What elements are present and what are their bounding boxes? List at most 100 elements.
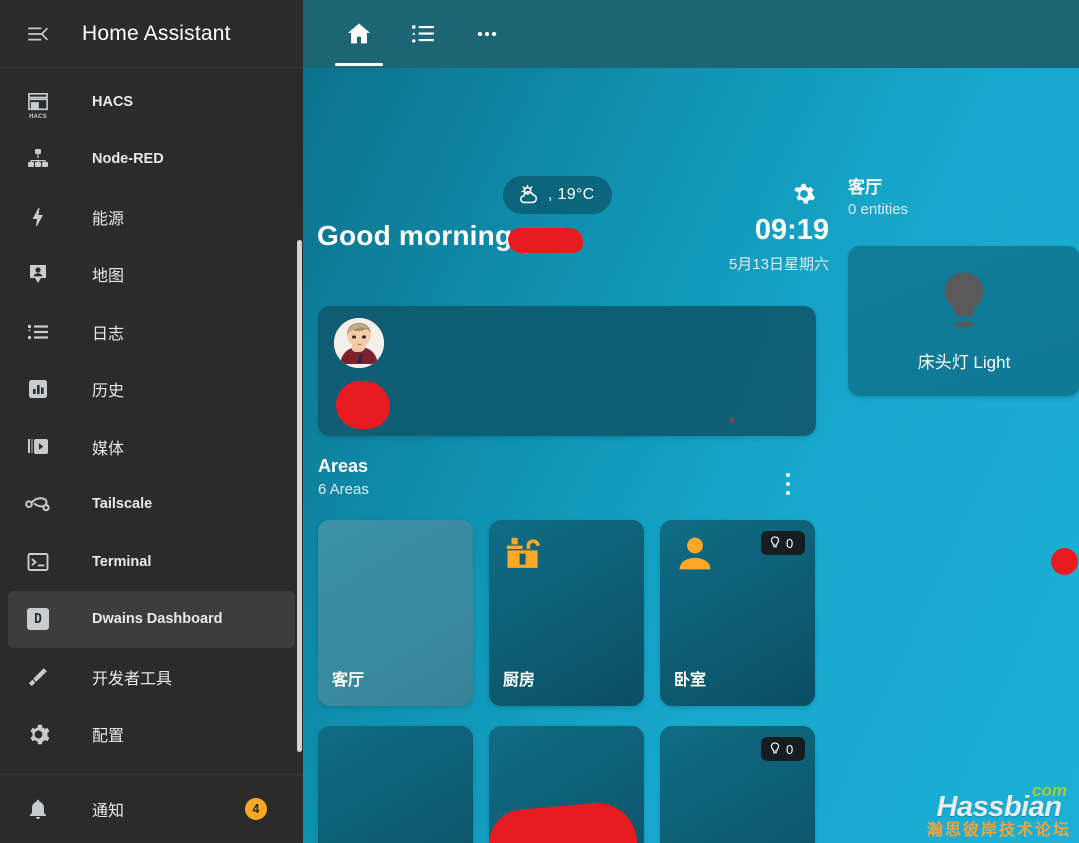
tailscale-icon	[22, 488, 54, 520]
clock-date: 5月13日星期六	[728, 256, 829, 273]
watermark-com: com	[1032, 781, 1067, 800]
area-card-tv-redacted[interactable]: 的电视	[489, 726, 644, 843]
sidebar-item-label: Tailscale	[92, 496, 153, 513]
watermark: com Hassbian 瀚思彼岸技术论坛	[927, 782, 1071, 839]
gear-icon[interactable]	[786, 176, 822, 212]
sidebar-item-configuration[interactable]: 配置	[8, 706, 295, 764]
clock-time: 09:19	[754, 214, 829, 246]
sidebar-item-tailscale[interactable]: Tailscale	[8, 476, 295, 534]
play-box-multiple-icon	[22, 431, 54, 463]
area-card-label: 客厅	[332, 672, 365, 689]
countertop-faucet-icon	[502, 532, 546, 581]
list-icon	[412, 25, 434, 43]
hammer-wrench-icon	[22, 661, 54, 693]
sidebar-menu: HACS HACS Node-RED 能源 地图 日志 历史 媒体 Tailsc…	[0, 68, 303, 763]
sidebar-scrollbar[interactable]	[297, 240, 302, 752]
watermark-main: Hassbian	[936, 791, 1062, 823]
home-icon	[347, 23, 371, 44]
greeting-text: Good morning	[317, 220, 513, 251]
tab-overflow-menu[interactable]	[455, 2, 519, 66]
areas-header: Areas 6 Areas	[318, 456, 816, 498]
sidebar-item-label: 媒体	[92, 440, 125, 458]
areas-title: Areas	[318, 456, 369, 476]
dashboard-content: , 19°C Good morning 09:19 5月13日星期六 客厅 0 …	[303, 68, 1079, 843]
tab-home[interactable]	[327, 2, 391, 66]
weather-temperature: , 19°C	[548, 186, 595, 203]
chart-box-icon	[22, 373, 54, 405]
right-panel-entity-count: 0 entities	[848, 201, 909, 218]
partly-cloudy-icon	[520, 184, 538, 204]
area-card-kitchen[interactable]: 厨房	[489, 520, 644, 706]
areas-count: 6 Areas	[318, 481, 369, 498]
sidebar-item-label: HACS	[92, 93, 134, 110]
clock: 09:19 5月13日星期六	[729, 216, 829, 274]
dwains-d-icon: D	[22, 603, 54, 635]
status-badge-lights: 0	[761, 737, 805, 761]
areas-grid: 客厅 厨房 0 卧室 0	[318, 520, 830, 843]
node-red-icon	[22, 143, 54, 175]
sidebar-header: Home Assistant	[0, 0, 303, 68]
watermark-cn: 瀚思彼岸技术论坛	[926, 822, 1071, 839]
area-card-label: 卧室	[674, 672, 707, 689]
sidebar-item-dwains-dashboard[interactable]: D Dwains Dashboard	[8, 590, 295, 648]
sidebar-item-developer-tools[interactable]: 开发者工具	[8, 648, 295, 706]
sidebar-item-notifications[interactable]: 通知 4	[8, 778, 295, 840]
area-card-toilet[interactable]: 厕所	[318, 726, 473, 843]
redaction-overlay-dot	[1051, 548, 1078, 575]
sidebar-item-media[interactable]: 媒体	[8, 418, 295, 476]
sidebar-item-label: Terminal	[92, 553, 152, 570]
sidebar: Home Assistant HACS HACS Node-RED 能源 地图 …	[0, 0, 303, 843]
sidebar-item-hacs[interactable]: HACS HACS	[8, 73, 295, 131]
status-badge-lights: 0	[761, 531, 805, 555]
area-card-bedroom[interactable]: 0 卧室	[660, 520, 815, 706]
lightbulb-outline-icon	[770, 536, 780, 548]
sidebar-item-label: 通知	[92, 803, 125, 820]
lightbulb-icon	[944, 272, 984, 327]
redaction-overlay-tiny-dot	[730, 418, 734, 422]
sidebar-item-label: Node-RED	[92, 151, 164, 168]
console-icon	[22, 546, 54, 578]
avatar	[334, 318, 384, 368]
hamburger-collapse-icon[interactable]	[14, 10, 62, 58]
person-card[interactable]	[318, 306, 816, 436]
sidebar-item-logbook[interactable]: 日志	[8, 303, 295, 361]
sidebar-item-map[interactable]: 地图	[8, 246, 295, 304]
sidebar-item-label: 能源	[92, 210, 125, 228]
map-marker-account-icon	[22, 258, 54, 290]
status-badge-count: 0	[786, 535, 794, 551]
sidebar-item-history[interactable]: 历史	[8, 361, 295, 419]
sidebar-item-node-red[interactable]: Node-RED	[8, 131, 295, 189]
sidebar-item-label: 日志	[92, 325, 125, 343]
light-card-bedside[interactable]: 床头灯 Light	[848, 246, 1079, 396]
notification-badge: 4	[245, 798, 267, 820]
bell-icon	[22, 793, 54, 825]
sidebar-item-label: 配置	[92, 728, 125, 746]
sidebar-item-terminal[interactable]: Terminal	[8, 533, 295, 591]
sidebar-item-energy[interactable]: 能源	[8, 188, 295, 246]
sidebar-item-label: 地图	[92, 268, 125, 286]
dots-vertical-icon[interactable]	[776, 469, 800, 499]
right-area-panel: 客厅 0 entities 床头灯 Light	[848, 173, 1079, 575]
area-card-label: 厨房	[503, 672, 536, 689]
format-list-bulleted-icon	[22, 316, 54, 348]
main-panel: , 19°C Good morning 09:19 5月13日星期六 客厅 0 …	[303, 0, 1079, 843]
status-badge-count: 0	[786, 741, 794, 757]
redaction-overlay-person-name	[336, 381, 390, 429]
sidebar-item-label: Dwains Dashboard	[92, 611, 223, 628]
redaction-overlay-tv	[489, 799, 640, 843]
lightning-bolt-icon	[22, 201, 54, 233]
sidebar-bottom: 通知 4	[0, 775, 303, 843]
redaction-overlay-name	[508, 228, 583, 253]
hacs-icon: HACS	[22, 86, 54, 120]
account-icon	[673, 532, 717, 581]
lightbulb-outline-icon	[770, 742, 780, 754]
area-card-desk[interactable]: 0 书桌	[660, 726, 815, 843]
weather-chip[interactable]: , 19°C	[503, 176, 613, 214]
tab-list[interactable]	[391, 2, 455, 66]
area-card-livingroom[interactable]: 客厅	[318, 520, 473, 706]
app-root: Home Assistant HACS HACS Node-RED 能源 地图 …	[0, 0, 1079, 843]
overflow-menu-icon	[477, 31, 497, 37]
right-panel-area-title: 客厅	[848, 178, 882, 197]
sidebar-item-label: 开发者工具	[92, 670, 173, 688]
view-tabbar	[303, 0, 1079, 68]
